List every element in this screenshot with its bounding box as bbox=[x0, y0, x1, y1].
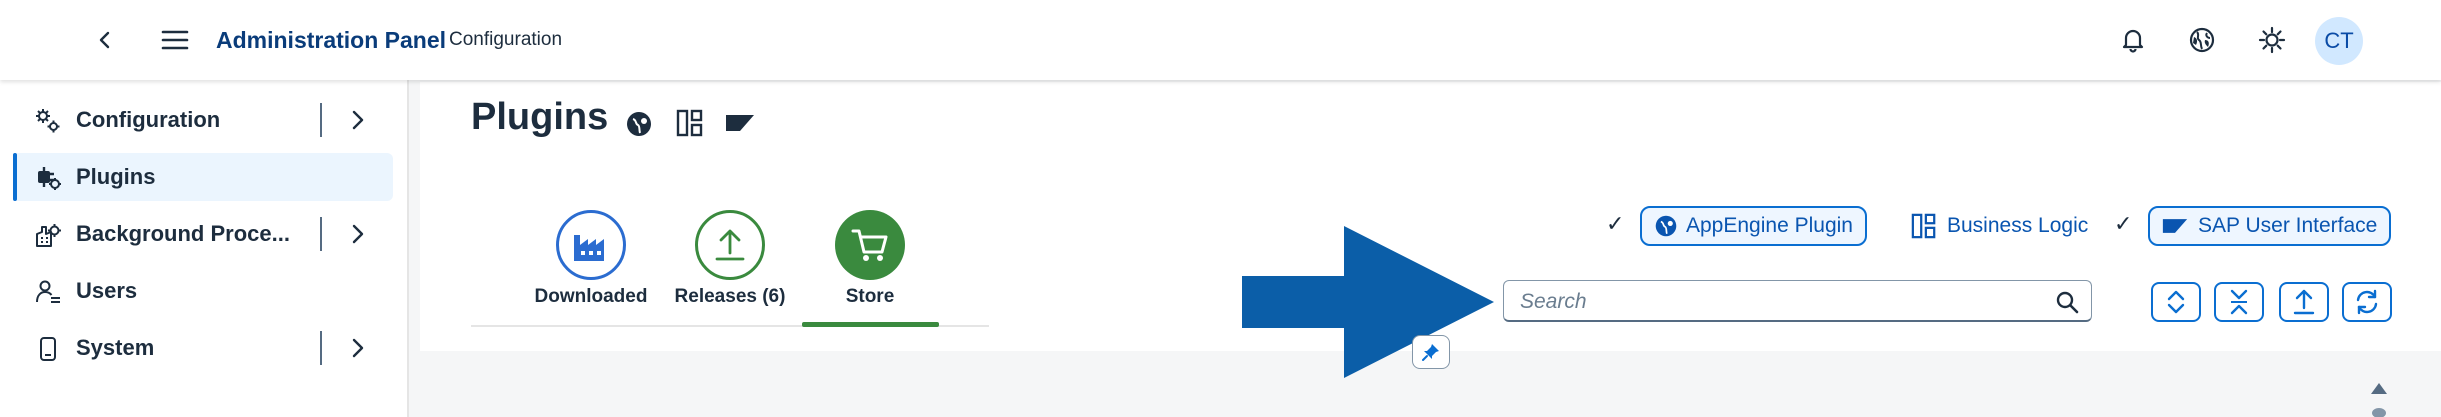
sidebar-item-label: Background Proce... bbox=[76, 221, 290, 246]
tab-icon-circle bbox=[556, 210, 626, 280]
sidebar-item-label: Users bbox=[76, 278, 138, 303]
back-icon bbox=[99, 31, 110, 49]
gears-icon bbox=[36, 109, 60, 133]
scroll-up-icon[interactable] bbox=[2369, 380, 2389, 417]
globe-icon bbox=[2189, 27, 2215, 53]
upload-icon bbox=[2293, 289, 2315, 315]
tab-icon-circle bbox=[835, 210, 905, 280]
sap-ui-icon bbox=[2162, 219, 2188, 233]
tab-label: Releases (6) bbox=[674, 286, 786, 307]
sidebar-item-label: System bbox=[76, 335, 155, 360]
sidebar-item-configuration[interactable]: Configuration bbox=[13, 96, 393, 144]
search-field[interactable] bbox=[1503, 280, 2092, 322]
check-icon: ✓ bbox=[2114, 211, 2133, 236]
theme-button[interactable] bbox=[2252, 20, 2292, 60]
appengine-icon bbox=[627, 112, 651, 136]
sidebar-item-plugins[interactable]: Plugins bbox=[13, 153, 393, 201]
divider bbox=[320, 331, 322, 365]
filter-label: AppEngine Plugin bbox=[1686, 214, 1853, 237]
filter-appengine-plugin[interactable]: AppEngine Plugin bbox=[1640, 206, 1867, 246]
check-icon: ✓ bbox=[1606, 211, 1625, 236]
page-title: Plugins bbox=[471, 96, 609, 138]
sidebar-item-background-processes[interactable]: Background Proce... bbox=[13, 210, 393, 258]
expand-all-button[interactable] bbox=[2151, 282, 2201, 322]
app-title[interactable]: Administration Panel bbox=[216, 27, 446, 54]
side-navigation: Configuration Plugins Background Proce..… bbox=[0, 80, 409, 417]
back-button[interactable] bbox=[85, 20, 125, 60]
divider bbox=[320, 217, 322, 251]
plugins-icon bbox=[38, 167, 61, 190]
refresh-button[interactable] bbox=[2342, 282, 2392, 322]
cart-icon bbox=[851, 229, 888, 261]
language-button[interactable] bbox=[2182, 20, 2222, 60]
tab-selected-indicator bbox=[802, 322, 939, 327]
upload-button[interactable] bbox=[2279, 282, 2329, 322]
notifications-button[interactable] bbox=[2113, 20, 2153, 60]
tab-icon-circle bbox=[695, 210, 765, 280]
sidebar-item-label: Configuration bbox=[76, 107, 221, 132]
collapse-all-button[interactable] bbox=[2214, 282, 2264, 322]
app-subtitle: Configuration bbox=[449, 29, 563, 50]
system-icon bbox=[40, 337, 56, 361]
sidebar-item-label: Plugins bbox=[76, 164, 156, 189]
filter-sap-user-interface[interactable]: SAP User Interface bbox=[2148, 206, 2392, 246]
sidebar-item-users[interactable]: Users bbox=[13, 267, 393, 315]
tab-label: Downloaded bbox=[534, 286, 648, 307]
shell-bar: Administration Panel Configuration CT bbox=[0, 0, 2441, 80]
tab-label: Store bbox=[845, 286, 895, 307]
filter-label: SAP User Interface bbox=[2198, 214, 2378, 237]
filter-business-logic[interactable]: Business Logic bbox=[1911, 212, 2088, 240]
refresh-icon bbox=[2356, 289, 2378, 315]
annotation-arrow bbox=[1242, 226, 1494, 378]
filter-label: Business Logic bbox=[1947, 214, 2089, 237]
background-process-icon bbox=[36, 224, 61, 247]
tab-downloaded[interactable]: Downloaded bbox=[516, 210, 666, 308]
appengine-icon bbox=[1655, 215, 1677, 237]
factory-icon bbox=[574, 235, 604, 261]
chevron-right-icon[interactable] bbox=[345, 335, 371, 361]
theme-icon bbox=[2258, 26, 2286, 54]
chevron-right-icon[interactable] bbox=[345, 107, 371, 133]
business-logic-icon bbox=[1911, 213, 1936, 239]
tab-releases[interactable]: Releases (6) bbox=[655, 210, 805, 308]
sidebar-item-system[interactable]: System bbox=[13, 324, 393, 372]
collapse-all-icon bbox=[2230, 289, 2248, 315]
search-input[interactable] bbox=[1518, 289, 2052, 315]
sap-ui-icon bbox=[726, 115, 754, 131]
menu-button[interactable] bbox=[155, 20, 195, 60]
upload-icon bbox=[715, 229, 745, 261]
search-icon[interactable] bbox=[2055, 290, 2079, 314]
notifications-icon bbox=[2122, 29, 2144, 53]
expand-all-icon bbox=[2167, 290, 2185, 314]
divider bbox=[320, 103, 322, 137]
users-icon bbox=[36, 280, 60, 303]
pin-icon bbox=[1422, 344, 1439, 361]
user-avatar[interactable]: CT bbox=[2315, 17, 2363, 65]
pin-header-button[interactable] bbox=[1412, 335, 1450, 369]
tab-store[interactable]: Store bbox=[795, 210, 945, 308]
business-logic-icon bbox=[676, 109, 703, 137]
chevron-right-icon[interactable] bbox=[345, 221, 371, 247]
menu-icon bbox=[161, 30, 189, 50]
